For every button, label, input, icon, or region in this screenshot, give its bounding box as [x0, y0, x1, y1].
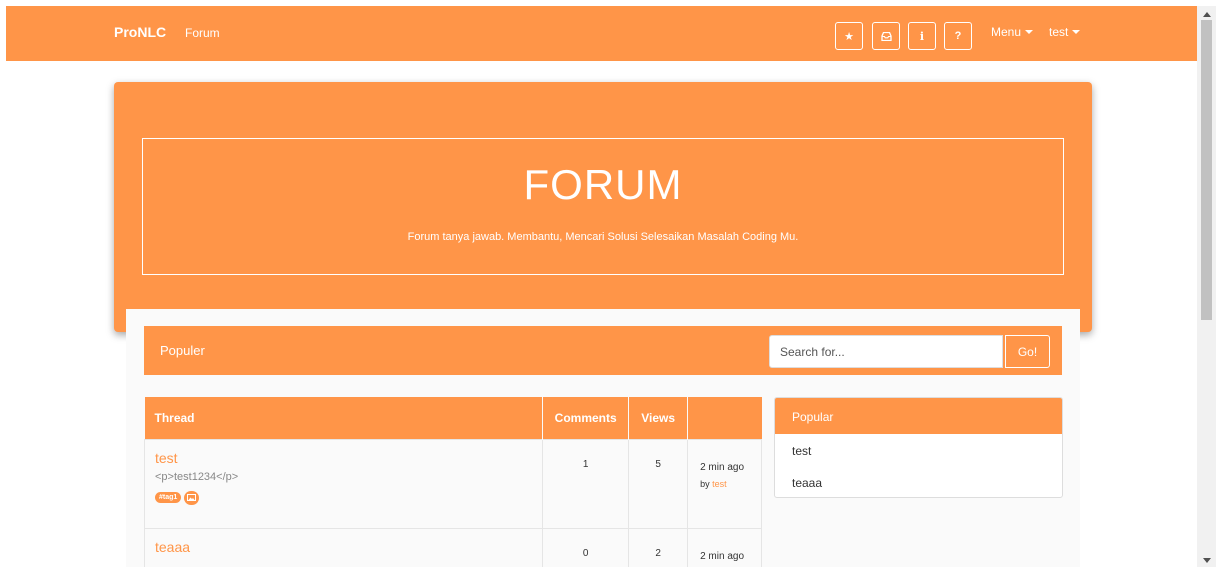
- nav-link-forum[interactable]: Forum: [185, 26, 220, 40]
- info-button[interactable]: i: [908, 22, 936, 50]
- info-icon: i: [919, 29, 925, 43]
- hero-frame: FORUM Forum tanya jawab. Membantu, Menca…: [142, 138, 1064, 275]
- by-label: by: [700, 478, 710, 489]
- top-navbar: ProNLC Forum ★ i ? Menu test: [6, 6, 1197, 61]
- thread-excerpt: <p>test1234</p>: [155, 470, 239, 483]
- brand-logo[interactable]: ProNLC: [114, 24, 166, 40]
- thread-title-link[interactable]: test: [155, 450, 532, 466]
- user-label: test: [1049, 25, 1069, 39]
- comments-count: 1: [542, 438, 630, 529]
- page-scrollbar[interactable]: [1197, 6, 1216, 567]
- tag-badge[interactable]: #tag1: [155, 492, 182, 503]
- thread-time: 2 min ago: [700, 461, 745, 473]
- column-header-views: Views: [628, 397, 689, 439]
- column-header-time: [687, 397, 762, 439]
- image-icon: [184, 490, 200, 505]
- scrollbar-thumb[interactable]: [1201, 20, 1212, 320]
- thread-author: by test: [700, 476, 761, 493]
- popular-header-bar: Populer Go!: [144, 326, 1062, 375]
- column-header-comments: Comments: [542, 397, 630, 439]
- popular-label: Populer: [160, 343, 205, 358]
- thread-cell: teaaa: [143, 527, 544, 567]
- comments-count: 0: [542, 527, 630, 567]
- help-icon: ?: [954, 30, 962, 42]
- menu-dropdown[interactable]: Menu: [991, 25, 1034, 39]
- thread-cell: test <p>test1234</p> #tag1: [143, 438, 544, 529]
- star-icon: ★: [844, 30, 854, 43]
- popular-side-panel: Popular test teaaa: [774, 397, 1063, 498]
- side-panel-title: Popular: [775, 398, 1062, 434]
- user-dropdown[interactable]: test: [1049, 25, 1081, 39]
- author-link[interactable]: test: [712, 479, 727, 489]
- scroll-up-icon[interactable]: [1203, 12, 1211, 17]
- caret-down-icon: [1025, 29, 1034, 34]
- caret-down-icon: [1072, 29, 1081, 34]
- hero-subtitle: Forum tanya jawab. Membantu, Mencari Sol…: [407, 231, 799, 243]
- popular-item[interactable]: test: [792, 444, 811, 458]
- search-input[interactable]: [769, 335, 1003, 368]
- scroll-down-icon[interactable]: [1203, 558, 1211, 563]
- star-button[interactable]: ★: [835, 22, 863, 50]
- popular-item[interactable]: teaaa: [792, 476, 822, 490]
- views-count: 2: [628, 527, 689, 567]
- hero-banner: FORUM Forum tanya jawab. Membantu, Menca…: [114, 82, 1092, 332]
- inbox-button[interactable]: [872, 22, 900, 50]
- thread-meta: 2 min ago: [687, 527, 762, 567]
- table-header-row: Thread Comments Views: [144, 397, 762, 439]
- table-row: test <p>test1234</p> #tag1 1 5 2 min ago…: [143, 438, 762, 529]
- hero-title: FORUM: [523, 161, 683, 208]
- thread-time: 2 min ago: [700, 550, 745, 562]
- inbox-icon: [880, 31, 892, 41]
- thread-tags: #tag1: [155, 490, 532, 505]
- menu-label: Menu: [991, 25, 1022, 39]
- thread-table: Thread Comments Views test <p>test1234</…: [143, 397, 762, 567]
- column-header-thread: Thread: [144, 397, 544, 439]
- help-button[interactable]: ?: [944, 22, 972, 50]
- thread-meta: 2 min ago by test: [687, 438, 762, 529]
- views-count: 5: [628, 438, 689, 529]
- table-row: teaaa 0 2 2 min ago: [143, 527, 762, 567]
- go-button[interactable]: Go!: [1005, 335, 1050, 368]
- thread-title-link[interactable]: teaaa: [155, 539, 532, 555]
